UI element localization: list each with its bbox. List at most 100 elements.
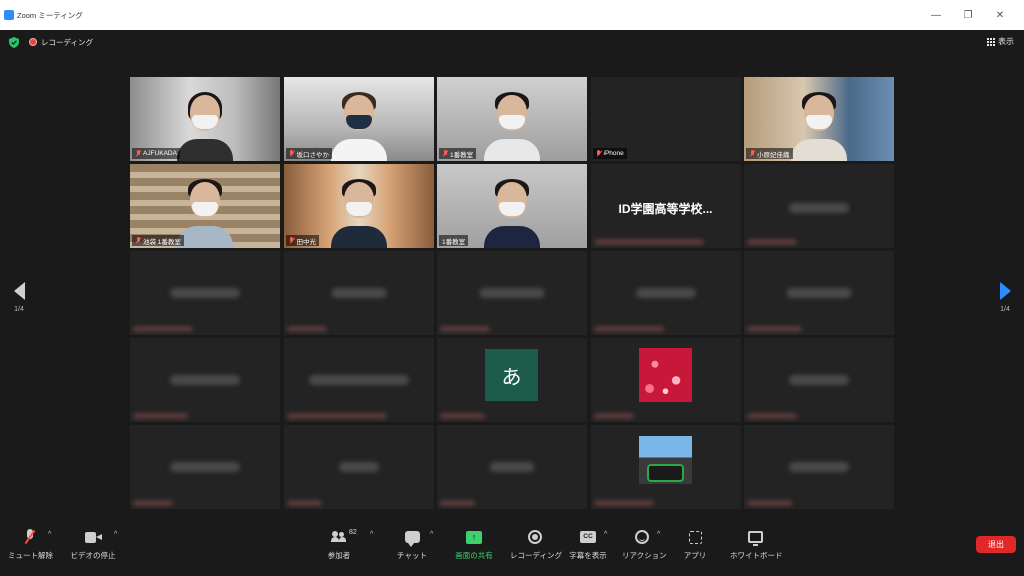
- blurred-name-tag: [747, 239, 797, 245]
- blurred-name-tag: [747, 500, 792, 506]
- grid-view-icon: [987, 37, 995, 46]
- record-button[interactable]: レコーディング: [510, 528, 562, 561]
- flower-avatar-image: [638, 348, 692, 402]
- participant-tile[interactable]: [130, 425, 280, 509]
- recording-status-label: レコーディング: [41, 37, 93, 47]
- reactions-label: リアクション: [622, 551, 667, 560]
- reactions-button[interactable]: リアクション: [622, 528, 667, 561]
- participant-tile[interactable]: 小原妃佳織: [744, 77, 894, 161]
- participant-name: 小原妃佳織: [757, 151, 790, 159]
- participant-tile[interactable]: [437, 425, 587, 509]
- apps-icon: [688, 530, 702, 544]
- video-options-caret[interactable]: ^: [114, 531, 117, 538]
- blurred-display-name: [789, 462, 849, 472]
- blurred-name-tag: [593, 413, 634, 419]
- title-bar: Zoom ミーティング — ❐ ✕: [0, 0, 1024, 30]
- share-screen-icon: ↑: [466, 530, 482, 544]
- participant-tile[interactable]: [590, 251, 741, 335]
- whiteboard-button[interactable]: ホワイトボード: [730, 528, 783, 561]
- participant-tile[interactable]: iPhone: [590, 77, 741, 161]
- zoom-app-icon: [4, 10, 14, 20]
- participant-tile[interactable]: 池袋 1番教室: [130, 164, 280, 248]
- video-camera-icon: [84, 531, 102, 543]
- participant-tile[interactable]: ID学園高等学校...: [590, 164, 741, 248]
- blurred-display-name: [489, 462, 535, 472]
- blurred-name-tag: [440, 413, 485, 419]
- blurred-name-tag: [747, 326, 802, 332]
- participant-name: 1番教室: [442, 238, 466, 246]
- participant-tile[interactable]: [744, 425, 894, 509]
- participant-name-tag: 坂口さやか: [285, 148, 332, 159]
- previous-page-arrow-icon[interactable]: [13, 282, 25, 300]
- blurred-display-name: [308, 375, 409, 385]
- chat-button[interactable]: チャット: [397, 528, 427, 561]
- blurred-name-tag: [133, 500, 173, 506]
- captions-options-caret[interactable]: ^: [604, 531, 607, 538]
- participant-name: 田中光: [296, 238, 317, 246]
- participant-name-tag: 池袋 1番教室: [132, 235, 184, 246]
- participant-tile[interactable]: [130, 338, 280, 422]
- participants-label: 参加者: [327, 551, 351, 560]
- participant-name: AJFUKADA: [143, 150, 177, 157]
- blurred-name-tag: [440, 500, 475, 506]
- minimize-button[interactable]: —: [920, 10, 952, 21]
- closed-captions-icon: CC: [580, 531, 596, 543]
- page-indicator-left: 1/4: [14, 306, 24, 313]
- blurred-name-tag: [593, 500, 654, 506]
- reactions-smiley-icon: [635, 530, 649, 544]
- apps-button[interactable]: アプリ: [682, 528, 708, 561]
- blurred-display-name: [479, 288, 545, 298]
- blurred-display-name: [789, 375, 849, 385]
- participant-figure: [784, 91, 854, 161]
- previous-page-control[interactable]: 1/4: [5, 282, 33, 313]
- stop-video-button[interactable]: ビデオの停止: [68, 528, 118, 561]
- leave-meeting-button[interactable]: 退出: [976, 536, 1016, 553]
- participant-tile[interactable]: [283, 338, 434, 422]
- audio-options-caret[interactable]: ^: [48, 531, 51, 538]
- apps-label: アプリ: [683, 551, 707, 560]
- window-title: Zoom ミーティング: [17, 10, 83, 20]
- restore-button[interactable]: ❐: [952, 10, 984, 21]
- participant-tile[interactable]: 1番教室: [437, 77, 587, 161]
- participant-tile[interactable]: [283, 251, 434, 335]
- blurred-display-name: [331, 288, 386, 298]
- participant-tile[interactable]: [590, 425, 741, 509]
- participant-tile[interactable]: AJFUKADA: [130, 77, 280, 161]
- mic-muted-icon: [596, 150, 602, 157]
- mic-muted-icon: [135, 150, 141, 157]
- chat-options-caret[interactable]: ^: [430, 531, 433, 538]
- participant-tile[interactable]: 坂口さやか: [283, 77, 434, 161]
- participant-tile[interactable]: [283, 425, 434, 509]
- participant-tile[interactable]: [130, 251, 280, 335]
- participant-tile[interactable]: [744, 338, 894, 422]
- participant-tile[interactable]: あ: [437, 338, 587, 422]
- window-controls: — ❐ ✕: [920, 0, 1016, 30]
- share-screen-button[interactable]: ↑ 画面の共有: [452, 528, 496, 561]
- page-indicator-right: 1/4: [1000, 306, 1010, 313]
- participant-tile[interactable]: [590, 338, 741, 422]
- security-shield-icon[interactable]: [9, 36, 19, 48]
- participants-count: 82: [349, 529, 357, 536]
- participant-tile[interactable]: [744, 251, 894, 335]
- participant-tile[interactable]: [744, 164, 894, 248]
- participant-tile[interactable]: [437, 251, 587, 335]
- recording-indicator-icon: [29, 38, 37, 46]
- close-button[interactable]: ✕: [984, 10, 1016, 21]
- participant-name-tag: 小原妃佳織: [746, 148, 793, 159]
- participant-tile[interactable]: 1番教室: [437, 164, 587, 248]
- blurred-display-name: [338, 462, 379, 472]
- next-page-arrow-icon[interactable]: [999, 282, 1011, 300]
- participant-tile[interactable]: 田中光: [283, 164, 434, 248]
- blurred-name-tag: [133, 413, 188, 419]
- participants-options-caret[interactable]: ^: [370, 531, 373, 538]
- unmute-button[interactable]: ミュート解除: [8, 528, 53, 561]
- blurred-display-name: [786, 288, 852, 298]
- participant-avatar: あ: [485, 349, 538, 401]
- unmute-label: ミュート解除: [8, 551, 53, 560]
- next-page-control[interactable]: 1/4: [991, 282, 1019, 313]
- share-screen-label: 画面の共有: [455, 551, 493, 560]
- blurred-display-name: [170, 375, 240, 385]
- participant-display-name: ID学園高等学校...: [618, 202, 713, 216]
- reactions-options-caret[interactable]: ^: [657, 531, 660, 538]
- view-button[interactable]: 表示: [987, 36, 1014, 47]
